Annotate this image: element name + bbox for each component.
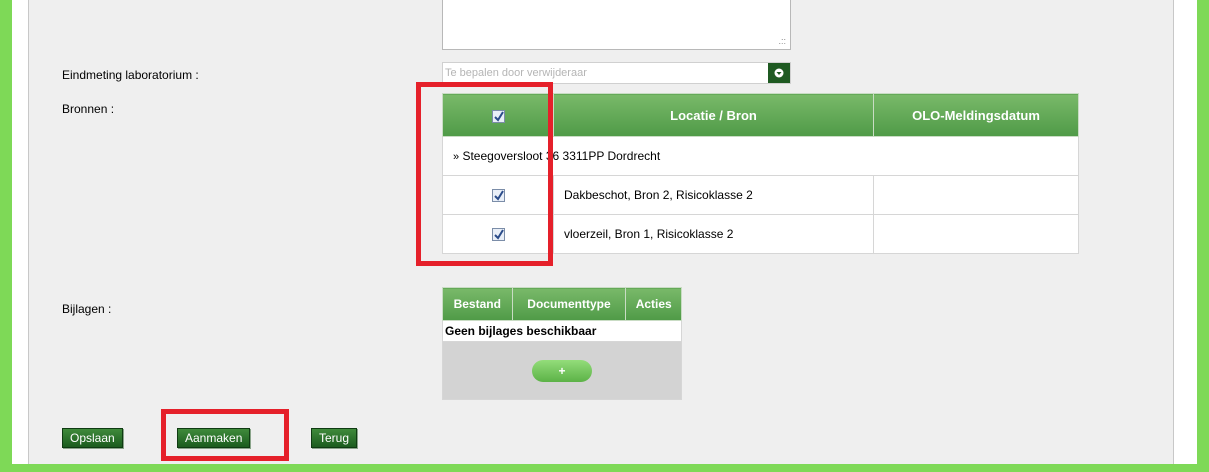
dropdown-arrow-icon[interactable]: [768, 63, 790, 83]
row-date: [873, 214, 1079, 254]
eindmeting-select[interactable]: Te bepalen door verwijderaar: [442, 62, 791, 84]
resize-grip-icon[interactable]: .::: [778, 37, 786, 46]
empty-message: Geen bijlages beschikbaar: [442, 320, 682, 342]
eindmeting-placeholder: Te bepalen door verwijderaar: [445, 67, 587, 79]
row-label: Dakbeschot, Bron 2, Risicoklasse 2: [553, 175, 874, 215]
terug-button[interactable]: Terug: [311, 428, 358, 448]
comment-textarea[interactable]: .::: [442, 0, 791, 50]
row-date: [873, 175, 1079, 215]
column-header-acties[interactable]: Acties: [625, 287, 682, 321]
highlight-box-aanmaken: [161, 409, 289, 461]
eindmeting-label: Eindmeting laboratorium :: [62, 68, 199, 82]
column-header-bestand[interactable]: Bestand: [442, 287, 513, 321]
bijlagen-label: Bijlagen :: [62, 302, 112, 316]
bronnen-label: Bronnen :: [62, 102, 115, 116]
column-header-olo[interactable]: OLO-Meldingsdatum: [873, 93, 1079, 137]
highlight-box-checkboxes: [416, 82, 553, 266]
frame-border-right: [1197, 0, 1209, 472]
opslaan-button[interactable]: Opslaan: [62, 428, 123, 448]
add-row: +: [442, 341, 682, 400]
add-attachment-button[interactable]: +: [532, 359, 592, 382]
frame-border-bottom: [0, 464, 1209, 472]
bijlagen-table: Bestand Documenttype Acties Geen bijlage…: [442, 287, 682, 400]
column-header-documenttype[interactable]: Documenttype: [511, 287, 627, 321]
frame-border-left: [0, 0, 12, 472]
column-header-locatie[interactable]: Locatie / Bron: [553, 93, 874, 137]
row-label: vloerzeil, Bron 1, Risicoklasse 2: [553, 214, 874, 254]
